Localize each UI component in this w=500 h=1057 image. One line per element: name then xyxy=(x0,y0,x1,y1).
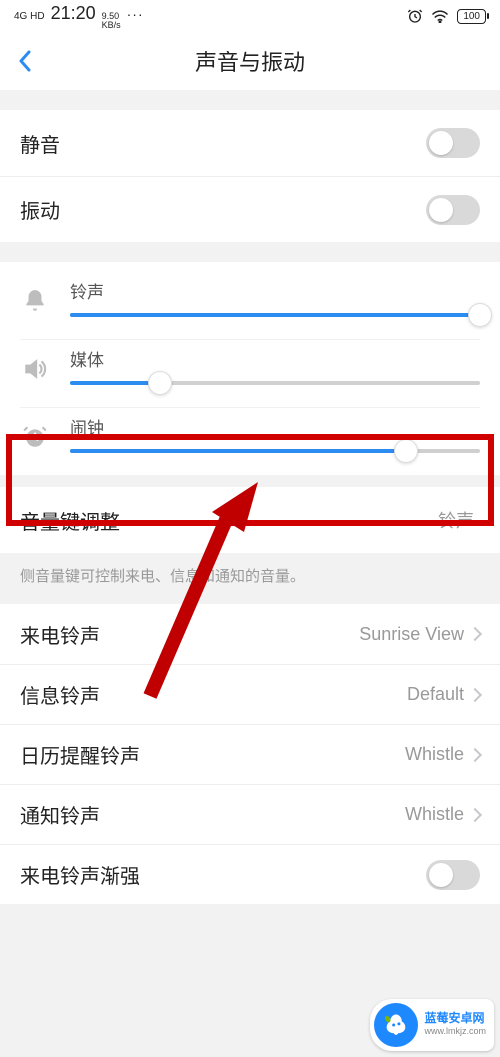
status-bar: 4G HD 21:20 9.50 KB/s ··· 100 xyxy=(0,0,500,32)
watermark-url: www.lmkjz.com xyxy=(424,1025,486,1038)
section-gap xyxy=(0,90,500,110)
alarm-slider-thumb[interactable] xyxy=(394,439,418,463)
calendar-ringtone-label: 日历提醒铃声 xyxy=(20,740,405,769)
volume-key-value: 铃声 xyxy=(438,507,474,533)
status-left: 4G HD 21:20 9.50 KB/s ··· xyxy=(14,3,144,30)
volume-key-label: 音量键调整 xyxy=(20,506,438,535)
message-ringtone-label: 信息铃声 xyxy=(20,680,407,709)
wifi-icon xyxy=(431,9,449,23)
message-ringtone-value: Default xyxy=(407,684,464,705)
media-slider[interactable] xyxy=(70,381,480,385)
network-type: 4G HD xyxy=(14,12,45,22)
status-right: 100 xyxy=(407,8,486,24)
chevron-right-icon xyxy=(468,687,482,701)
speaker-icon xyxy=(20,354,50,384)
group-volume-sliders: 铃声 媒体 闹钟 xyxy=(0,262,500,475)
battery-indicator: 100 xyxy=(457,9,486,24)
ring-slider-fill xyxy=(70,313,480,317)
alarm-clock-icon xyxy=(20,422,50,452)
group-silent-vibrate: 静音 振动 xyxy=(0,110,500,242)
slider-row-alarm: 闹钟 xyxy=(20,407,480,475)
vibrate-label: 振动 xyxy=(20,195,426,224)
back-button[interactable] xyxy=(0,32,50,90)
row-notification-ringtone[interactable]: 通知铃声 Whistle xyxy=(0,784,500,844)
nav-bar: 声音与振动 xyxy=(0,32,500,90)
chevron-right-icon xyxy=(468,747,482,761)
watermark-text: 蓝莓安卓网 www.lmkjz.com xyxy=(424,1012,486,1038)
alarm-slider-label: 闹钟 xyxy=(70,414,480,439)
ring-slider[interactable] xyxy=(70,313,480,317)
ascending-ringtone-label: 来电铃声渐强 xyxy=(20,860,426,889)
media-slider-fill xyxy=(70,381,160,385)
section-gap xyxy=(0,242,500,262)
group-volume-key: 音量键调整 铃声 xyxy=(0,487,500,553)
ring-slider-label: 铃声 xyxy=(70,278,480,303)
watermark-title: 蓝莓安卓网 xyxy=(424,1012,486,1025)
notification-ringtone-value: Whistle xyxy=(405,804,464,825)
clock: 21:20 xyxy=(51,3,96,24)
volume-key-helper: 侧音量键可控制来电、信息和通知的音量。 xyxy=(0,553,500,604)
silent-label: 静音 xyxy=(20,129,426,158)
vibrate-toggle[interactable] xyxy=(426,195,480,225)
chevron-right-icon xyxy=(468,627,482,641)
group-ringtones: 来电铃声 Sunrise View 信息铃声 Default 日历提醒铃声 Wh… xyxy=(0,604,500,904)
incoming-ringtone-label: 来电铃声 xyxy=(20,620,359,649)
row-incoming-ringtone[interactable]: 来电铃声 Sunrise View xyxy=(0,604,500,664)
media-slider-label: 媒体 xyxy=(70,346,480,371)
notification-ringtone-label: 通知铃声 xyxy=(20,800,405,829)
watermark: 蓝莓安卓网 www.lmkjz.com xyxy=(370,999,494,1051)
row-vibrate[interactable]: 振动 xyxy=(0,176,500,242)
media-slider-thumb[interactable] xyxy=(148,371,172,395)
slider-row-media: 媒体 xyxy=(20,339,480,407)
chevron-left-icon xyxy=(18,50,32,72)
row-ascending-ringtone[interactable]: 来电铃声渐强 xyxy=(0,844,500,904)
row-message-ringtone[interactable]: 信息铃声 Default xyxy=(0,664,500,724)
row-silent[interactable]: 静音 xyxy=(0,110,500,176)
row-volume-key-adjust[interactable]: 音量键调整 铃声 xyxy=(0,487,500,553)
row-calendar-ringtone[interactable]: 日历提醒铃声 Whistle xyxy=(0,724,500,784)
ring-slider-thumb[interactable] xyxy=(468,303,492,327)
alarm-slider-fill xyxy=(70,449,406,453)
alarm-slider[interactable] xyxy=(70,449,480,453)
section-gap xyxy=(0,475,500,487)
bell-icon xyxy=(20,286,50,316)
calendar-ringtone-value: Whistle xyxy=(405,744,464,765)
more-icon: ··· xyxy=(127,6,144,22)
slider-row-ring: 铃声 xyxy=(20,272,480,339)
incoming-ringtone-value: Sunrise View xyxy=(359,624,464,645)
chevron-right-icon xyxy=(468,807,482,821)
silent-toggle[interactable] xyxy=(426,128,480,158)
watermark-logo xyxy=(374,1003,418,1047)
page-title: 声音与振动 xyxy=(0,45,500,77)
alarm-icon xyxy=(407,8,423,24)
data-rate: 9.50 KB/s xyxy=(102,12,121,30)
ascending-ringtone-toggle[interactable] xyxy=(426,860,480,890)
